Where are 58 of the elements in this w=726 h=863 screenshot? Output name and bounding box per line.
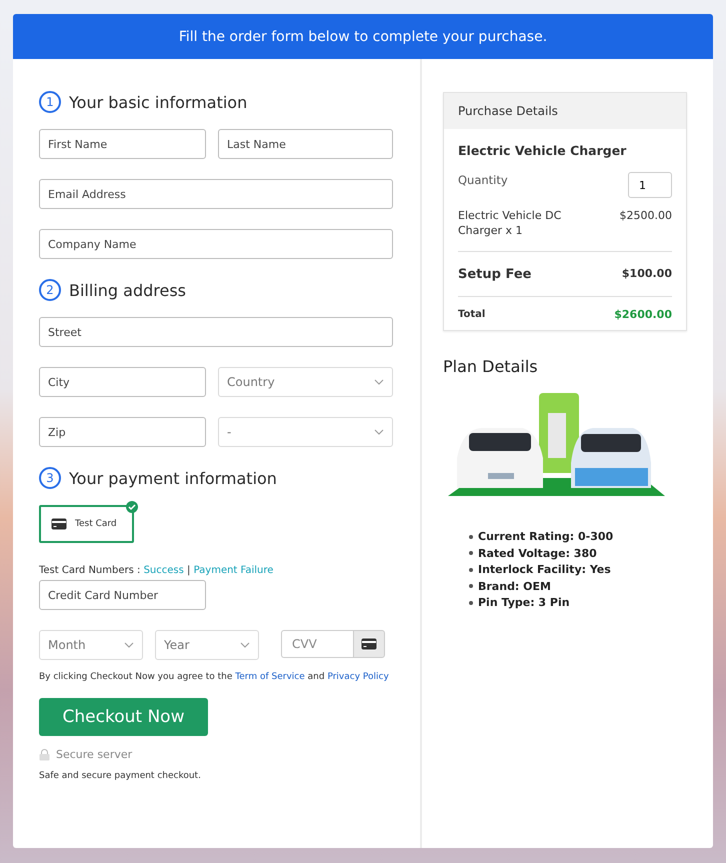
- chevron-icon: [374, 429, 384, 435]
- bullet-icon: [469, 551, 473, 556]
- step-number: 3: [39, 467, 61, 489]
- plan-title: Plan Details: [443, 357, 539, 376]
- bullet-icon: [469, 534, 473, 539]
- year-dropdown[interactable]: Year: [155, 630, 259, 660]
- chevron-icon: [240, 642, 250, 648]
- dropdown[interactable]: -: [218, 417, 393, 447]
- total-amount: $2600.00: [614, 306, 672, 322]
- step-number: 1: [39, 91, 61, 113]
- terms-text: By clicking Checkout Now you agree to the Term of Service and Privacy Policy: [39, 672, 390, 682]
- input-field[interactable]: Zip: [39, 417, 206, 447]
- secure-label: Secure server: [56, 748, 132, 761]
- privacy-link[interactable]: Privacy Policy: [327, 672, 389, 682]
- feature-text: Rated Voltage: 380: [478, 546, 597, 560]
- chevron-icon: [124, 642, 134, 648]
- input-field[interactable]: Company Name: [39, 229, 393, 259]
- total-label: Total: [458, 308, 486, 322]
- secure-note: Safe and secure payment checkout.: [39, 771, 202, 781]
- failure-link[interactable]: Payment Failure: [194, 565, 274, 576]
- bullet-icon: [469, 568, 473, 572]
- fee-label: Setup Fee: [458, 266, 532, 284]
- feature-text: Current Rating: 0-300: [478, 530, 614, 544]
- chevron-icon: [374, 379, 384, 385]
- quantity-label: Quantity: [458, 172, 508, 188]
- feature-text: Interlock Facility: Yes: [478, 563, 611, 576]
- bullet-icon: [469, 584, 473, 588]
- item-name: Electric Vehicle DC Charger x 1: [458, 208, 562, 239]
- check-icon: [126, 501, 138, 513]
- section-title: Billing address: [69, 280, 186, 300]
- panel-title: Purchase Details: [444, 93, 686, 129]
- fee-amount: $100.00: [622, 266, 672, 282]
- feature-text: Pin Type: 3 Pin: [478, 596, 570, 610]
- input-field[interactable]: Street: [39, 317, 393, 347]
- success-link[interactable]: Success: [144, 565, 184, 576]
- step-number: 2: [39, 279, 61, 301]
- terms-link[interactable]: Term of Service: [235, 672, 305, 682]
- checkout-button[interactable]: Checkout Now: [39, 698, 208, 736]
- cvv-field[interactable]: CVV: [281, 630, 353, 658]
- section-title: Your basic information: [69, 92, 248, 112]
- feature-text: Brand: OEM: [478, 580, 551, 593]
- credit-card-icon: [361, 638, 377, 650]
- lock-icon: [39, 748, 50, 760]
- section-title: Your payment information: [69, 468, 277, 488]
- card-number-field[interactable]: Credit Card Number: [39, 580, 206, 610]
- credit-card-icon: [51, 518, 67, 530]
- input-field[interactable]: Last Name: [218, 129, 393, 159]
- input-field[interactable]: Email Address: [39, 179, 393, 209]
- banner-text: Fill the order form below to complete your purchase.: [178, 28, 548, 44]
- input-field[interactable]: First Name: [39, 129, 206, 159]
- month-dropdown[interactable]: Month: [39, 630, 143, 660]
- test-card-text: Test Card Numbers : Success | Payment Failure: [39, 565, 274, 576]
- bullet-icon: [469, 600, 473, 605]
- quantity-field[interactable]: 1: [628, 172, 672, 198]
- dropdown[interactable]: Country: [218, 367, 393, 397]
- input-field[interactable]: City: [39, 367, 206, 397]
- item-price: $2500.00: [620, 208, 672, 224]
- product-name: Electric Vehicle Charger: [458, 143, 628, 158]
